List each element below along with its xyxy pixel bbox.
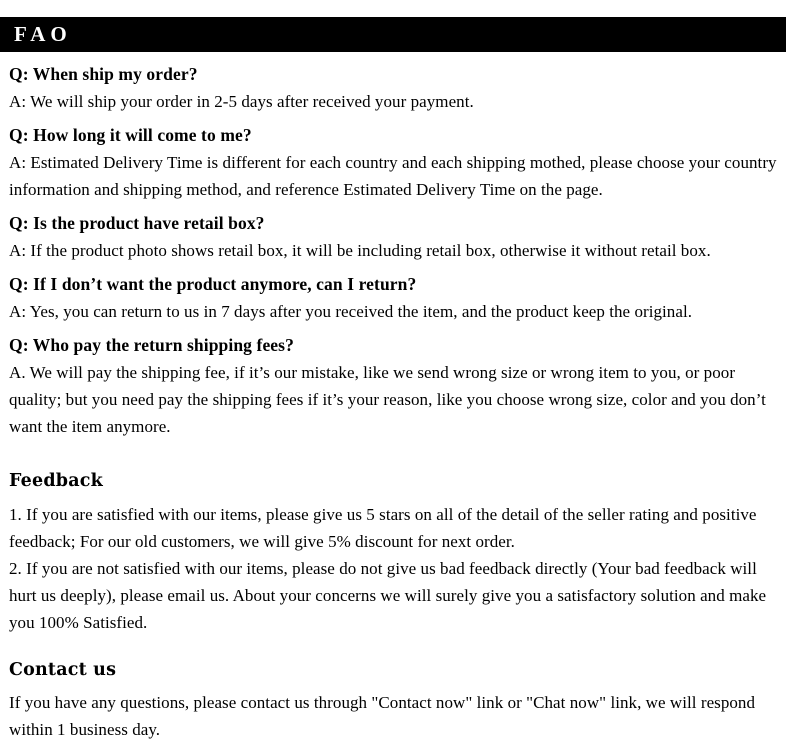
faq-answer: A: We will ship your order in 2-5 days a… [9, 92, 474, 111]
faq-answer: A: If the product photo shows retail box… [9, 241, 711, 260]
faq-item: Q: How long it will come to me? A: Estim… [9, 121, 784, 203]
faq-content: Q: When ship my order? A: We will ship y… [9, 60, 784, 743]
feedback-item: 2. If you are not satisfied with our ite… [9, 559, 767, 632]
contact-body: If you have any questions, please contac… [9, 693, 756, 739]
contact-heading: Contact us [9, 660, 117, 680]
faq-item: Q: Who pay the return shipping fees? A. … [9, 331, 784, 440]
faq-item: Q: If I don’t want the product anymore, … [9, 270, 784, 325]
page-title-bar: FAO [0, 17, 786, 52]
faq-item: Q: Is the product have retail box? A: If… [9, 209, 784, 264]
faq-question: Q: How long it will come to me? [9, 125, 252, 145]
faq-question: Q: Is the product have retail box? [9, 213, 265, 233]
faq-item: Q: When ship my order? A: We will ship y… [9, 60, 784, 115]
faq-page: FAO Q: When ship my order? A: We will sh… [0, 0, 800, 739]
faq-question: Q: If I don’t want the product anymore, … [9, 274, 417, 294]
feedback-item: 1. If you are satisfied with our items, … [9, 505, 757, 551]
faq-answer: A: Yes, you can return to us in 7 days a… [9, 302, 693, 321]
faq-question: Q: Who pay the return shipping fees? [9, 335, 294, 355]
feedback-heading: Feedback [9, 471, 103, 491]
faq-question: Q: When ship my order? [9, 64, 198, 84]
page-title: FAO [14, 22, 72, 46]
faq-answer: A: Estimated Delivery Time is different … [9, 153, 777, 199]
faq-answer: A. We will pay the shipping fee, if it’s… [9, 363, 766, 436]
